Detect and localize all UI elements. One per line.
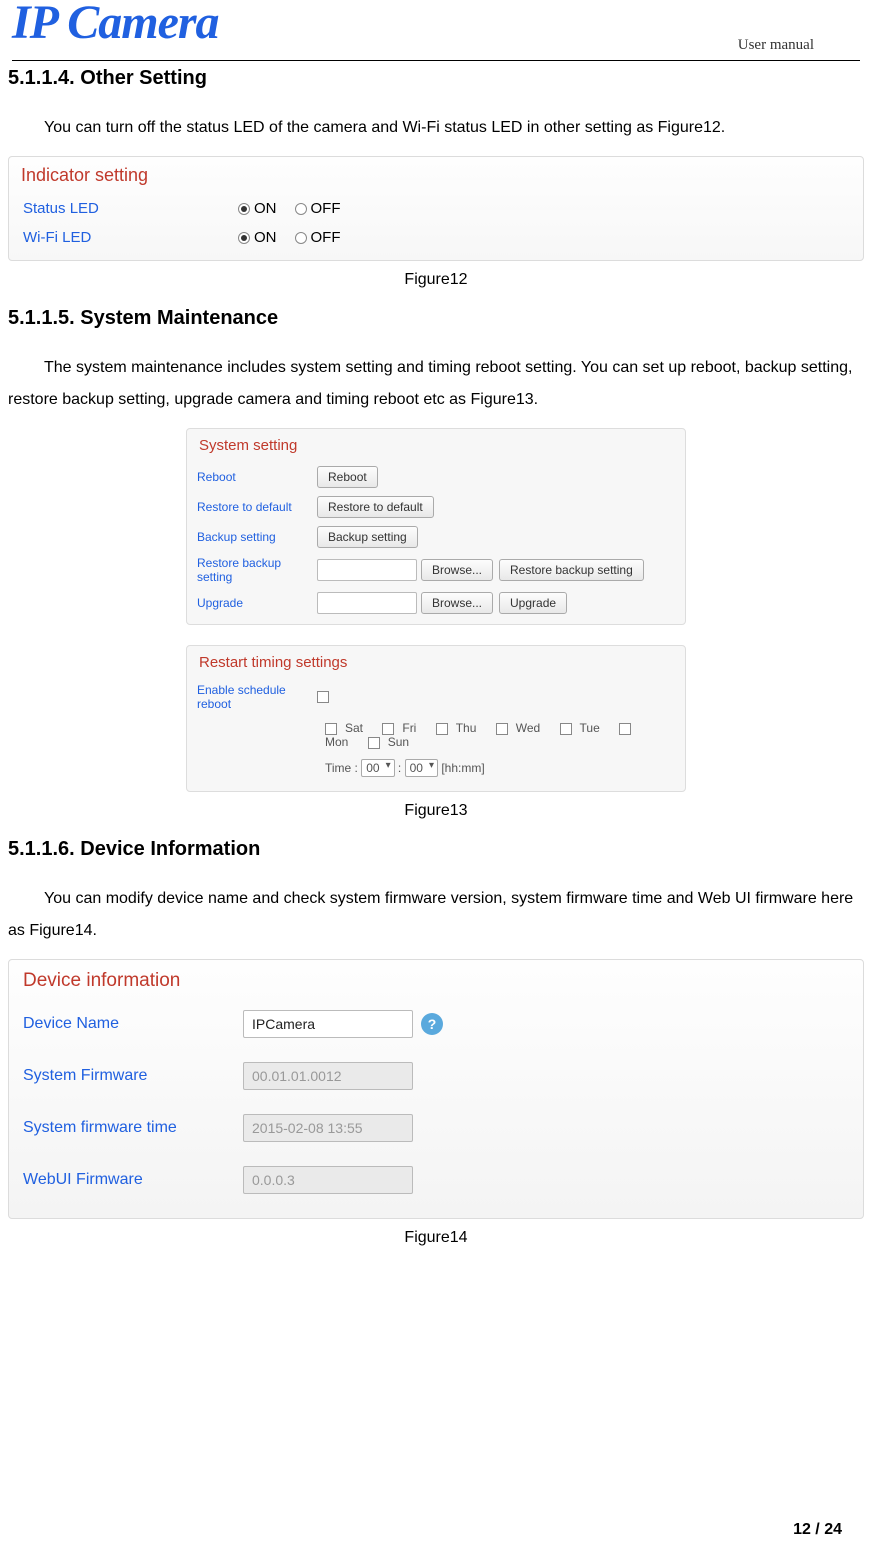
day-checkbox-mon[interactable] — [619, 723, 631, 735]
system-firmware-time-label: System firmware time — [23, 1119, 243, 1137]
on-text: ON — [254, 229, 277, 246]
figure-caption: Figure12 — [8, 271, 864, 289]
status-led-on-radio[interactable] — [238, 203, 250, 215]
section-heading-other-setting: 5.1.1.4. Other Setting — [8, 67, 864, 90]
hour-select[interactable]: 00 — [361, 759, 394, 777]
system-setting-panel: System setting Reboot Reboot Restore to … — [186, 428, 686, 625]
device-information-panel: Device information Device Name IPCamera … — [8, 959, 864, 1219]
webui-firmware-label: WebUI Firmware — [23, 1171, 243, 1189]
upgrade-label: Upgrade — [197, 596, 317, 610]
browse-button[interactable]: Browse... — [421, 559, 493, 581]
minute-select[interactable]: 00 — [405, 759, 438, 777]
restore-backup-button[interactable]: Restore backup setting — [499, 559, 644, 581]
day-checkbox-thu[interactable] — [436, 723, 448, 735]
wifi-led-off-radio[interactable] — [295, 232, 307, 244]
day-checkbox-sun[interactable] — [368, 737, 380, 749]
indicator-setting-panel: Indicator setting Status LED ON OFF Wi-F… — [8, 156, 864, 261]
section-body: You can turn off the status LED of the c… — [8, 112, 864, 144]
enable-schedule-reboot-checkbox[interactable] — [317, 691, 329, 703]
enable-schedule-reboot-label: Enable schedule reboot — [197, 683, 317, 711]
section-heading-system-maintenance: 5.1.1.5. System Maintenance — [8, 307, 864, 330]
panel-header: System setting — [187, 429, 685, 462]
figure-caption: Figure14 — [8, 1229, 864, 1247]
panel-header: Restart timing settings — [187, 646, 685, 679]
day-checkbox-fri[interactable] — [382, 723, 394, 735]
upgrade-path-input[interactable] — [317, 592, 417, 614]
section-heading-device-information: 5.1.1.6. Device Information — [8, 838, 864, 861]
reboot-button[interactable]: Reboot — [317, 466, 378, 488]
doc-title: User manual — [738, 37, 814, 54]
webui-firmware-value: 0.0.0.3 — [243, 1166, 413, 1194]
system-firmware-time-value: 2015-02-08 13:55 — [243, 1114, 413, 1142]
device-name-input[interactable]: IPCamera — [243, 1010, 413, 1038]
restore-default-button[interactable]: Restore to default — [317, 496, 434, 518]
status-led-label: Status LED — [23, 200, 238, 217]
browse-button-upgrade[interactable]: Browse... — [421, 592, 493, 614]
restart-timing-panel: Restart timing settings Enable schedule … — [186, 645, 686, 792]
restore-backup-label: Restore backup setting — [197, 556, 317, 584]
section-body: You can modify device name and check sys… — [8, 883, 864, 947]
days-row: Sat Fri Thu Wed Tue Mon Sun — [187, 715, 685, 755]
day-checkbox-sat[interactable] — [325, 723, 337, 735]
on-text: ON — [254, 200, 277, 217]
logo: IP Camera — [12, 0, 219, 50]
system-firmware-value: 00.01.01.0012 — [243, 1062, 413, 1090]
device-name-label: Device Name — [23, 1015, 243, 1033]
wifi-led-label: Wi-Fi LED — [23, 229, 238, 246]
day-checkbox-wed[interactable] — [496, 723, 508, 735]
upgrade-button[interactable]: Upgrade — [499, 592, 567, 614]
reboot-label: Reboot — [197, 470, 317, 484]
figure-caption: Figure13 — [8, 802, 864, 820]
help-icon[interactable]: ? — [421, 1013, 443, 1035]
restore-backup-path-input[interactable] — [317, 559, 417, 581]
backup-setting-label: Backup setting — [197, 530, 317, 544]
panel-header: Indicator setting — [9, 157, 863, 194]
system-firmware-label: System Firmware — [23, 1067, 243, 1085]
restore-default-label: Restore to default — [197, 500, 317, 514]
section-body: The system maintenance includes system s… — [8, 352, 864, 416]
off-text: OFF — [311, 229, 341, 246]
time-row: Time : 00 : 00 [hh:mm] — [187, 755, 685, 785]
status-led-off-radio[interactable] — [295, 203, 307, 215]
panel-header: Device information — [9, 960, 863, 998]
divider — [12, 60, 860, 61]
backup-setting-button[interactable]: Backup setting — [317, 526, 418, 548]
page-number: 12 / 24 — [793, 1521, 842, 1539]
day-checkbox-tue[interactable] — [560, 723, 572, 735]
off-text: OFF — [311, 200, 341, 217]
wifi-led-on-radio[interactable] — [238, 232, 250, 244]
